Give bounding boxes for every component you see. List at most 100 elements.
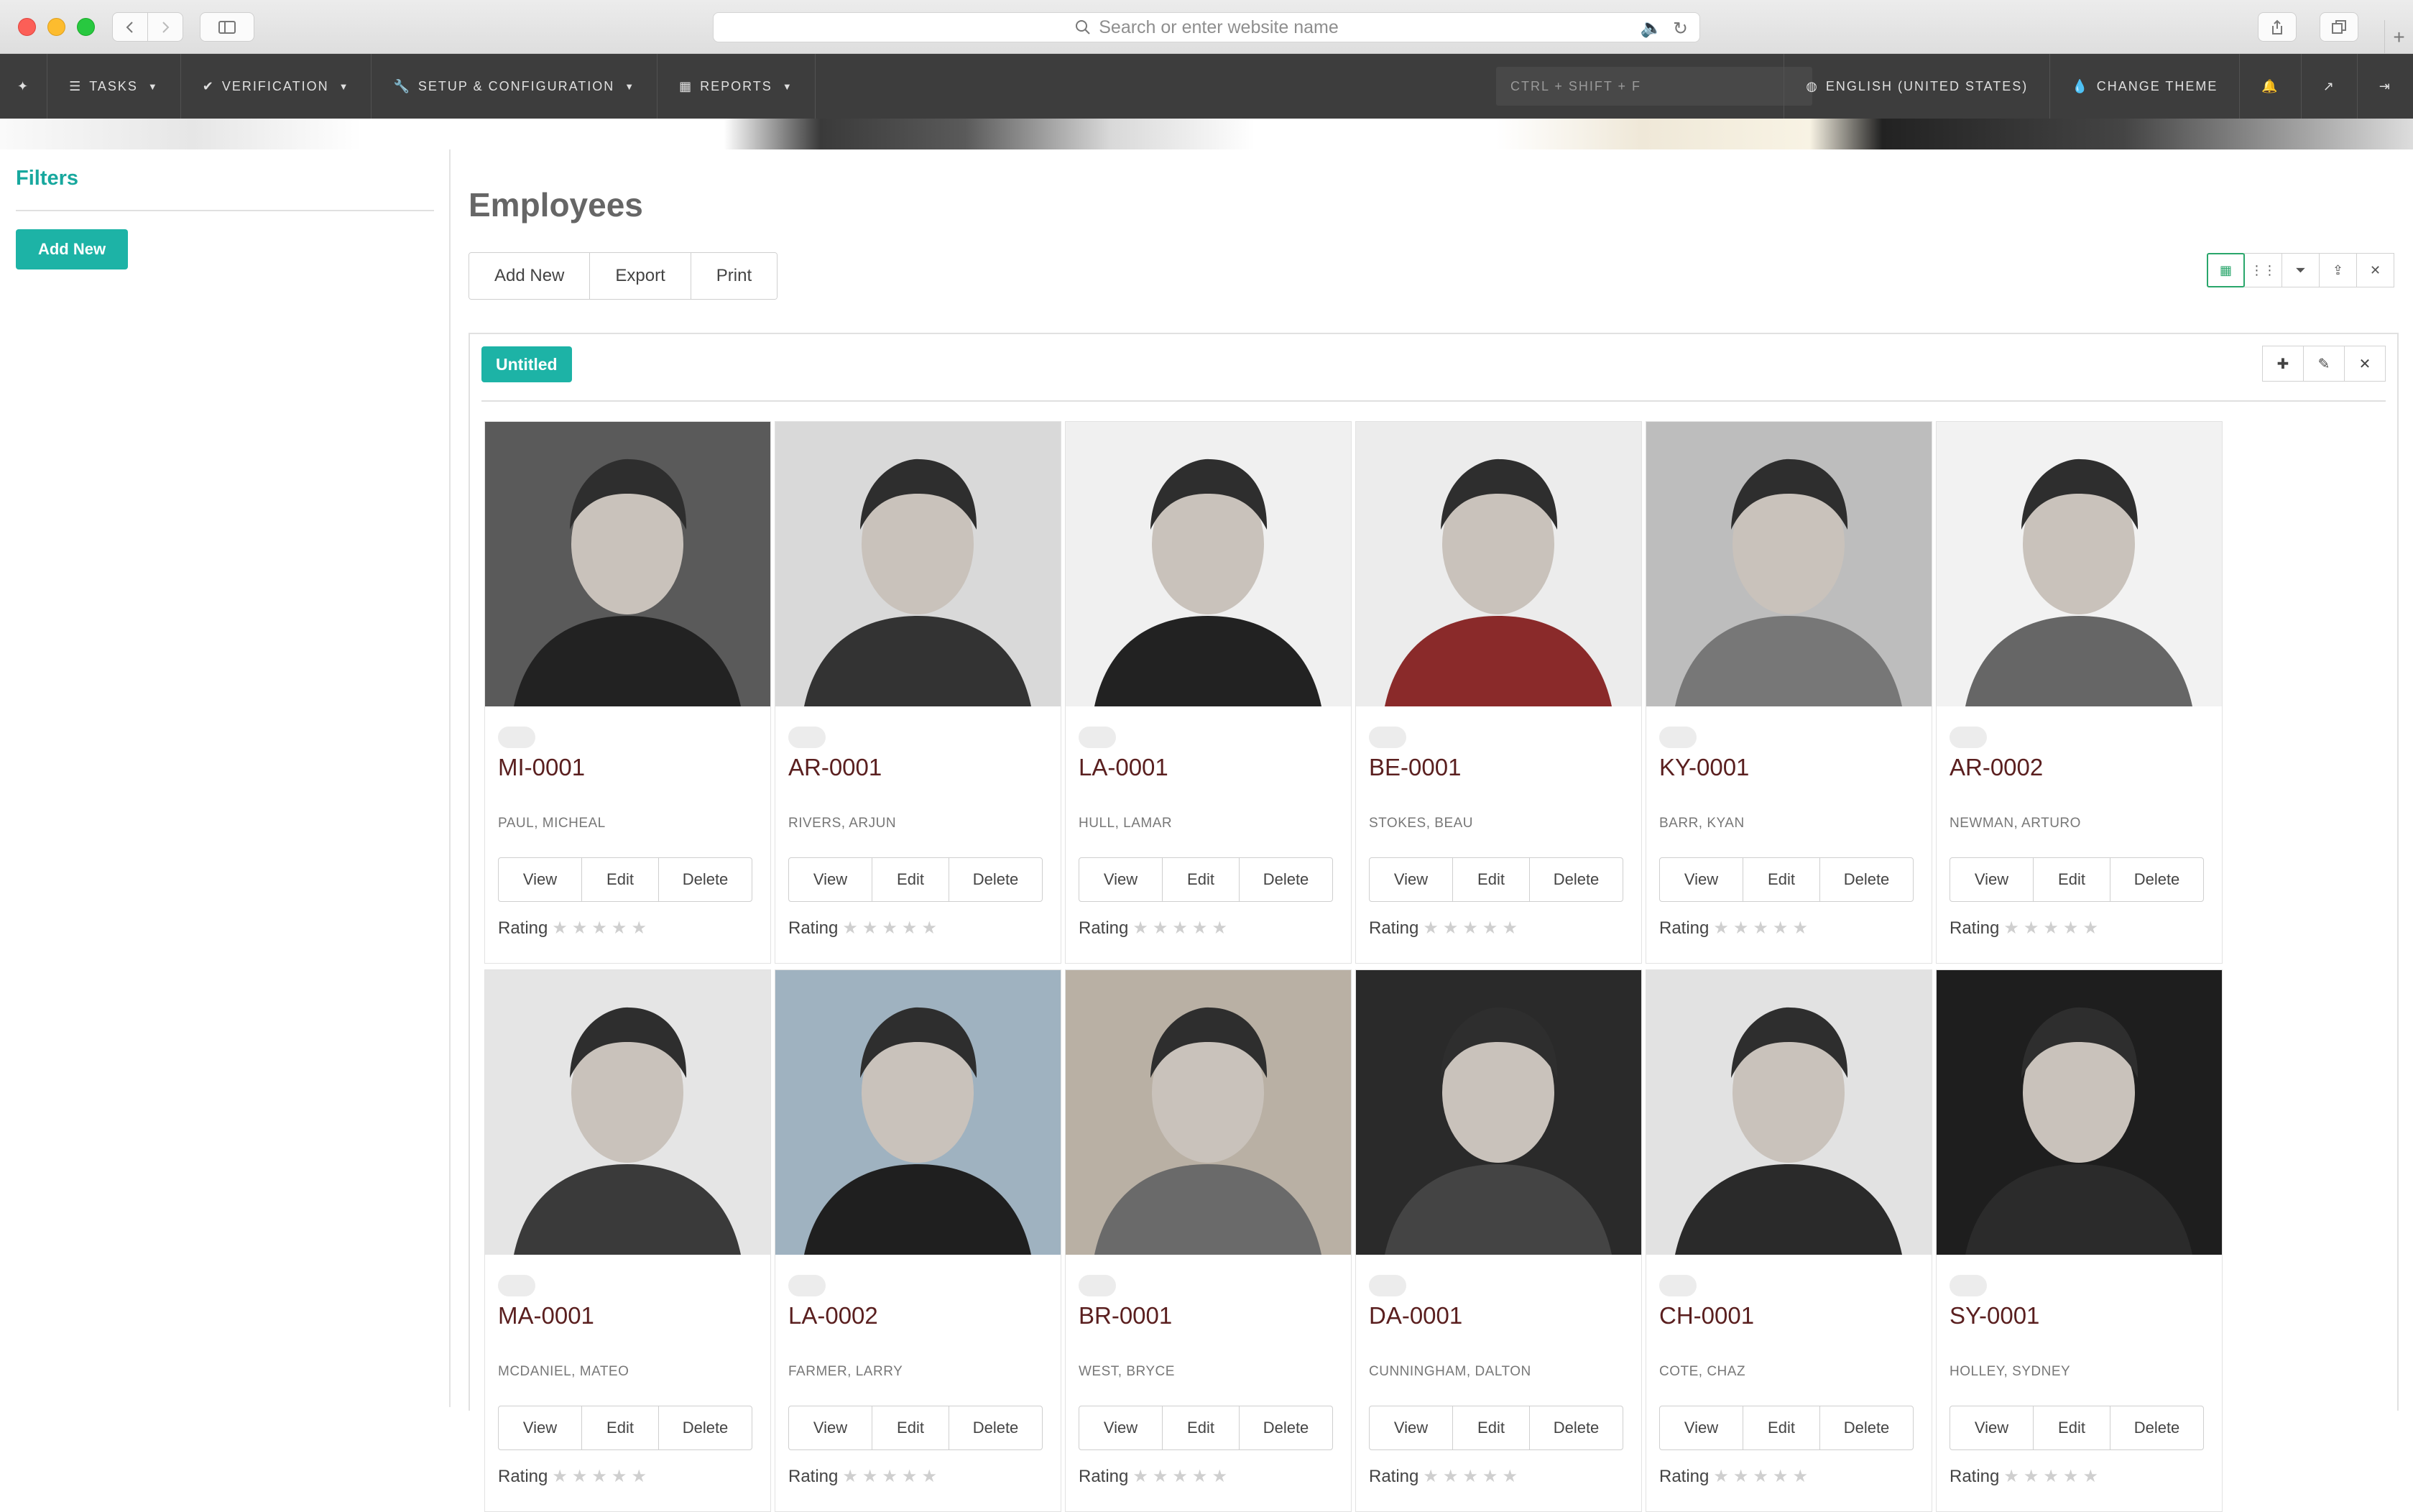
speaker-icon[interactable]: 🔈 [1641, 18, 1663, 40]
employee-photo[interactable] [775, 970, 1061, 1255]
status-toggle[interactable] [1950, 727, 1987, 748]
employee-photo[interactable] [1066, 970, 1351, 1255]
share-button[interactable] [2258, 12, 2297, 42]
employee-card[interactable]: KY-0001 BARR, KYAN View Edit Delete Rati… [1646, 421, 1932, 964]
star-rating[interactable]: ★★★★★ [1713, 918, 1812, 939]
nav-setup[interactable]: 🔧 SETUP & CONFIGURATION ▼ [372, 54, 658, 119]
panel-title-tag[interactable]: Untitled [481, 346, 572, 382]
status-toggle[interactable] [1950, 1275, 1987, 1296]
delete-button[interactable]: Delete [1820, 858, 1913, 901]
status-toggle[interactable] [498, 727, 535, 748]
employee-photo[interactable] [1356, 970, 1641, 1255]
view-button[interactable]: View [1950, 858, 2034, 901]
close-view-button[interactable]: ✕ [2356, 253, 2394, 287]
star-rating[interactable]: ★★★★★ [842, 1466, 941, 1487]
status-toggle[interactable] [1369, 727, 1406, 748]
employee-photo[interactable] [1066, 422, 1351, 706]
delete-button[interactable]: Delete [1240, 1406, 1332, 1449]
edit-button[interactable]: Edit [2034, 1406, 2110, 1449]
star-rating[interactable]: ★★★★★ [552, 918, 651, 939]
employee-photo[interactable] [1937, 422, 2222, 706]
print-button[interactable]: Print [691, 253, 778, 299]
edit-button[interactable]: Edit [582, 1406, 659, 1449]
star-rating[interactable]: ★★★★★ [1713, 1466, 1812, 1487]
minimize-window-button[interactable] [47, 18, 65, 36]
employee-card[interactable]: MA-0001 MCDANIEL, MATEO View Edit Delete… [484, 969, 771, 1512]
nav-reports[interactable]: ▦ REPORTS ▼ [658, 54, 816, 119]
employee-card[interactable]: AR-0001 RIVERS, ARJUN View Edit Delete R… [775, 421, 1061, 964]
panel-edit-button[interactable]: ✎ [2303, 346, 2345, 382]
delete-button[interactable]: Delete [659, 1406, 752, 1449]
employee-photo[interactable] [485, 970, 770, 1255]
global-search-input[interactable]: CTRL + SHIFT + F [1496, 67, 1812, 106]
add-new-button[interactable]: Add New [469, 253, 591, 299]
employee-code[interactable]: LA-0001 [1079, 754, 1168, 781]
star-rating[interactable]: ★★★★★ [1423, 1466, 1522, 1487]
zoom-window-button[interactable] [77, 18, 95, 36]
employee-photo[interactable] [1356, 422, 1641, 706]
status-toggle[interactable] [788, 1275, 826, 1296]
employee-code[interactable]: KY-0001 [1659, 754, 1749, 781]
nav-verification[interactable]: ✔ VERIFICATION ▼ [181, 54, 372, 119]
employee-photo[interactable] [485, 422, 770, 706]
status-toggle[interactable] [1659, 727, 1697, 748]
sidebar-add-new-button[interactable]: Add New [16, 229, 128, 269]
star-rating[interactable]: ★★★★★ [1132, 918, 1232, 939]
edit-button[interactable]: Edit [872, 1406, 949, 1449]
view-button[interactable]: View [789, 1406, 872, 1449]
employee-card[interactable]: BR-0001 WEST, BRYCE View Edit Delete Rat… [1065, 969, 1352, 1512]
delete-button[interactable]: Delete [1240, 858, 1332, 901]
view-button[interactable]: View [1950, 1406, 2034, 1449]
delete-button[interactable]: Delete [1530, 858, 1623, 901]
employee-card[interactable]: DA-0001 CUNNINGHAM, DALTON View Edit Del… [1355, 969, 1642, 1512]
status-toggle[interactable] [788, 727, 826, 748]
change-theme-button[interactable]: 💧 CHANGE THEME [2049, 54, 2239, 119]
employee-code[interactable]: AR-0002 [1950, 754, 2043, 781]
view-button[interactable]: View [1079, 1406, 1163, 1449]
employee-card[interactable]: MI-0001 PAUL, MICHEAL View Edit Delete R… [484, 421, 771, 964]
export-button[interactable]: Export [590, 253, 691, 299]
employee-code[interactable]: BR-0001 [1079, 1302, 1172, 1329]
language-selector[interactable]: ◍ ENGLISH (UNITED STATES) [1784, 54, 2049, 119]
employee-photo[interactable] [1937, 970, 2222, 1255]
card-view-button[interactable]: ▦ [2207, 253, 2245, 287]
forward-button[interactable] [147, 12, 183, 42]
status-toggle[interactable] [498, 1275, 535, 1296]
edit-button[interactable]: Edit [1163, 1406, 1240, 1449]
notifications-button[interactable]: 🔔 [2239, 54, 2300, 119]
view-button[interactable]: View [789, 858, 872, 901]
tabs-overview-button[interactable] [2320, 12, 2358, 42]
status-toggle[interactable] [1659, 1275, 1697, 1296]
star-rating[interactable]: ★★★★★ [1132, 1466, 1232, 1487]
delete-button[interactable]: Delete [1530, 1406, 1623, 1449]
employee-code[interactable]: SY-0001 [1950, 1302, 2039, 1329]
back-button[interactable] [112, 12, 148, 42]
edit-button[interactable]: Edit [1453, 1406, 1530, 1449]
employee-code[interactable]: BE-0001 [1369, 754, 1461, 781]
employee-card[interactable]: LA-0001 HULL, LAMAR View Edit Delete Rat… [1065, 421, 1352, 964]
logout-button[interactable]: ⇥ [2356, 54, 2413, 119]
view-button[interactable]: View [499, 1406, 582, 1449]
delete-button[interactable]: Delete [2110, 1406, 2203, 1449]
delete-button[interactable]: Delete [1820, 1406, 1913, 1449]
status-toggle[interactable] [1079, 727, 1116, 748]
external-link-button[interactable]: ↗ [2300, 54, 2357, 119]
view-button[interactable]: View [1660, 1406, 1743, 1449]
status-toggle[interactable] [1369, 1275, 1406, 1296]
nav-tasks[interactable]: ☰ TASKS ▼ [47, 54, 181, 119]
employee-code[interactable]: CH-0001 [1659, 1302, 1754, 1329]
delete-button[interactable]: Delete [659, 858, 752, 901]
edit-button[interactable]: Edit [2034, 858, 2110, 901]
filter-button[interactable]: ⏷ [2281, 253, 2320, 287]
close-window-button[interactable] [18, 18, 36, 36]
edit-button[interactable]: Edit [872, 858, 949, 901]
edit-button[interactable]: Edit [1453, 858, 1530, 901]
new-tab-button[interactable]: + [2384, 20, 2413, 54]
employee-card[interactable]: AR-0002 NEWMAN, ARTURO View Edit Delete … [1936, 421, 2223, 964]
employee-card[interactable]: SY-0001 HOLLEY, SYDNEY View Edit Delete … [1936, 969, 2223, 1512]
delete-button[interactable]: Delete [2110, 858, 2203, 901]
edit-button[interactable]: Edit [1743, 858, 1820, 901]
employee-code[interactable]: AR-0001 [788, 754, 882, 781]
panel-add-button[interactable]: ✚ [2262, 346, 2304, 382]
view-button[interactable]: View [1370, 1406, 1453, 1449]
